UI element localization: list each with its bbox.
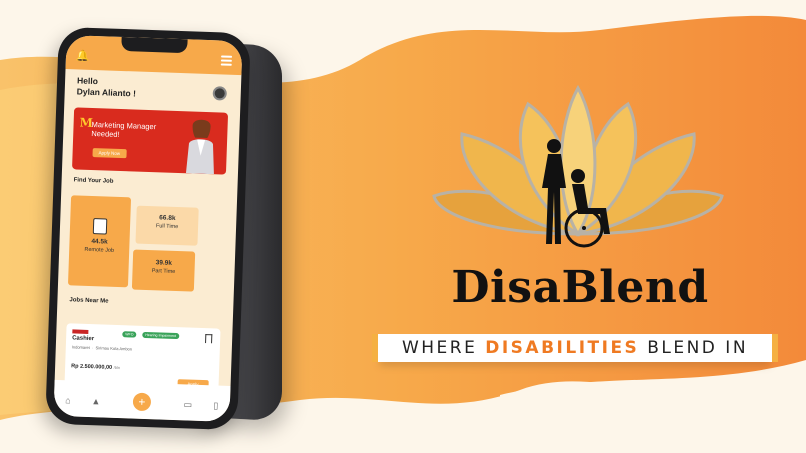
bookmark-tab-icon[interactable]: ▯ [210,399,222,411]
stat-fulltime-value: 66.8k [159,214,176,222]
phone-mockup: 🔔 Hello Dylan Alianto ! M Marketing Mana… [45,26,251,431]
bottom-tabbar: ⌂ ▲ + ▭ ▯ [53,379,231,422]
banner-person-image [185,119,214,175]
bell-icon[interactable]: 🔔 [76,49,90,62]
lotus-logo [432,84,724,248]
stat-parttime-label: Part Time [151,268,176,275]
tagline-post: BLEND IN [647,338,749,358]
menu-icon[interactable] [220,55,233,67]
tagline-highlight: DISABILITIES [485,338,640,358]
avatar[interactable] [212,86,227,101]
job-company-location: Indomaret · Sirimau Kota Ambon [71,344,133,352]
stat-remote-value: 44.5k [91,238,108,246]
bookmark-icon[interactable] [205,334,213,344]
stat-fulltime-label: Full Time [155,223,179,231]
home-icon[interactable]: ⌂ [62,394,74,406]
brand-title: DisaBlend [451,262,709,313]
stat-parttime-value: 39.9k [155,259,173,267]
find-job-title: Find Your Job [73,177,114,185]
job-location: Sirimau Kota Ambon [95,345,133,352]
brand-tagline: WHERE DISABILITIES BLEND IN [372,334,778,362]
app-screen: 🔔 Hello Dylan Alianto ! M Marketing Mana… [53,35,243,422]
job-salary-period: /bln [113,364,121,371]
phone-notch [121,36,188,54]
stat-card-parttime[interactable]: 39.9k Part Time [131,249,196,292]
notification-icon[interactable]: ▲ [90,395,102,407]
company-logo [72,329,89,334]
document-icon [92,218,108,235]
banner-title: Marketing Manager Needed! [91,119,157,139]
job-banner[interactable]: M Marketing Manager Needed! Apply Now [72,107,229,175]
chat-icon[interactable]: ▭ [182,398,194,410]
add-icon[interactable]: + [132,392,152,412]
stat-card-fulltime[interactable]: 66.8k Full Time [135,205,199,246]
greeting: Hello Dylan Alianto ! [77,75,137,99]
tagline-pre: WHERE [401,338,478,358]
banner-apply-button[interactable]: Apply Now [92,148,127,159]
job-salary: Rp 2.500.000,00 /bln [71,363,120,371]
job-tag-wfo: WFO [122,331,137,338]
job-company: Indomaret [71,344,90,351]
stat-card-remote[interactable]: 44.5k Remote Job [67,195,132,288]
stat-remote-label: Remote Job [84,246,115,254]
job-salary-value: Rp 2.500.000,00 [71,363,113,371]
job-role: Cashier [72,335,95,343]
greeting-username: Dylan Alianto ! [76,86,137,99]
jobs-near-title: Jobs Near Me [69,297,109,305]
job-tag-hearing: Hearing Impairment [142,331,180,340]
